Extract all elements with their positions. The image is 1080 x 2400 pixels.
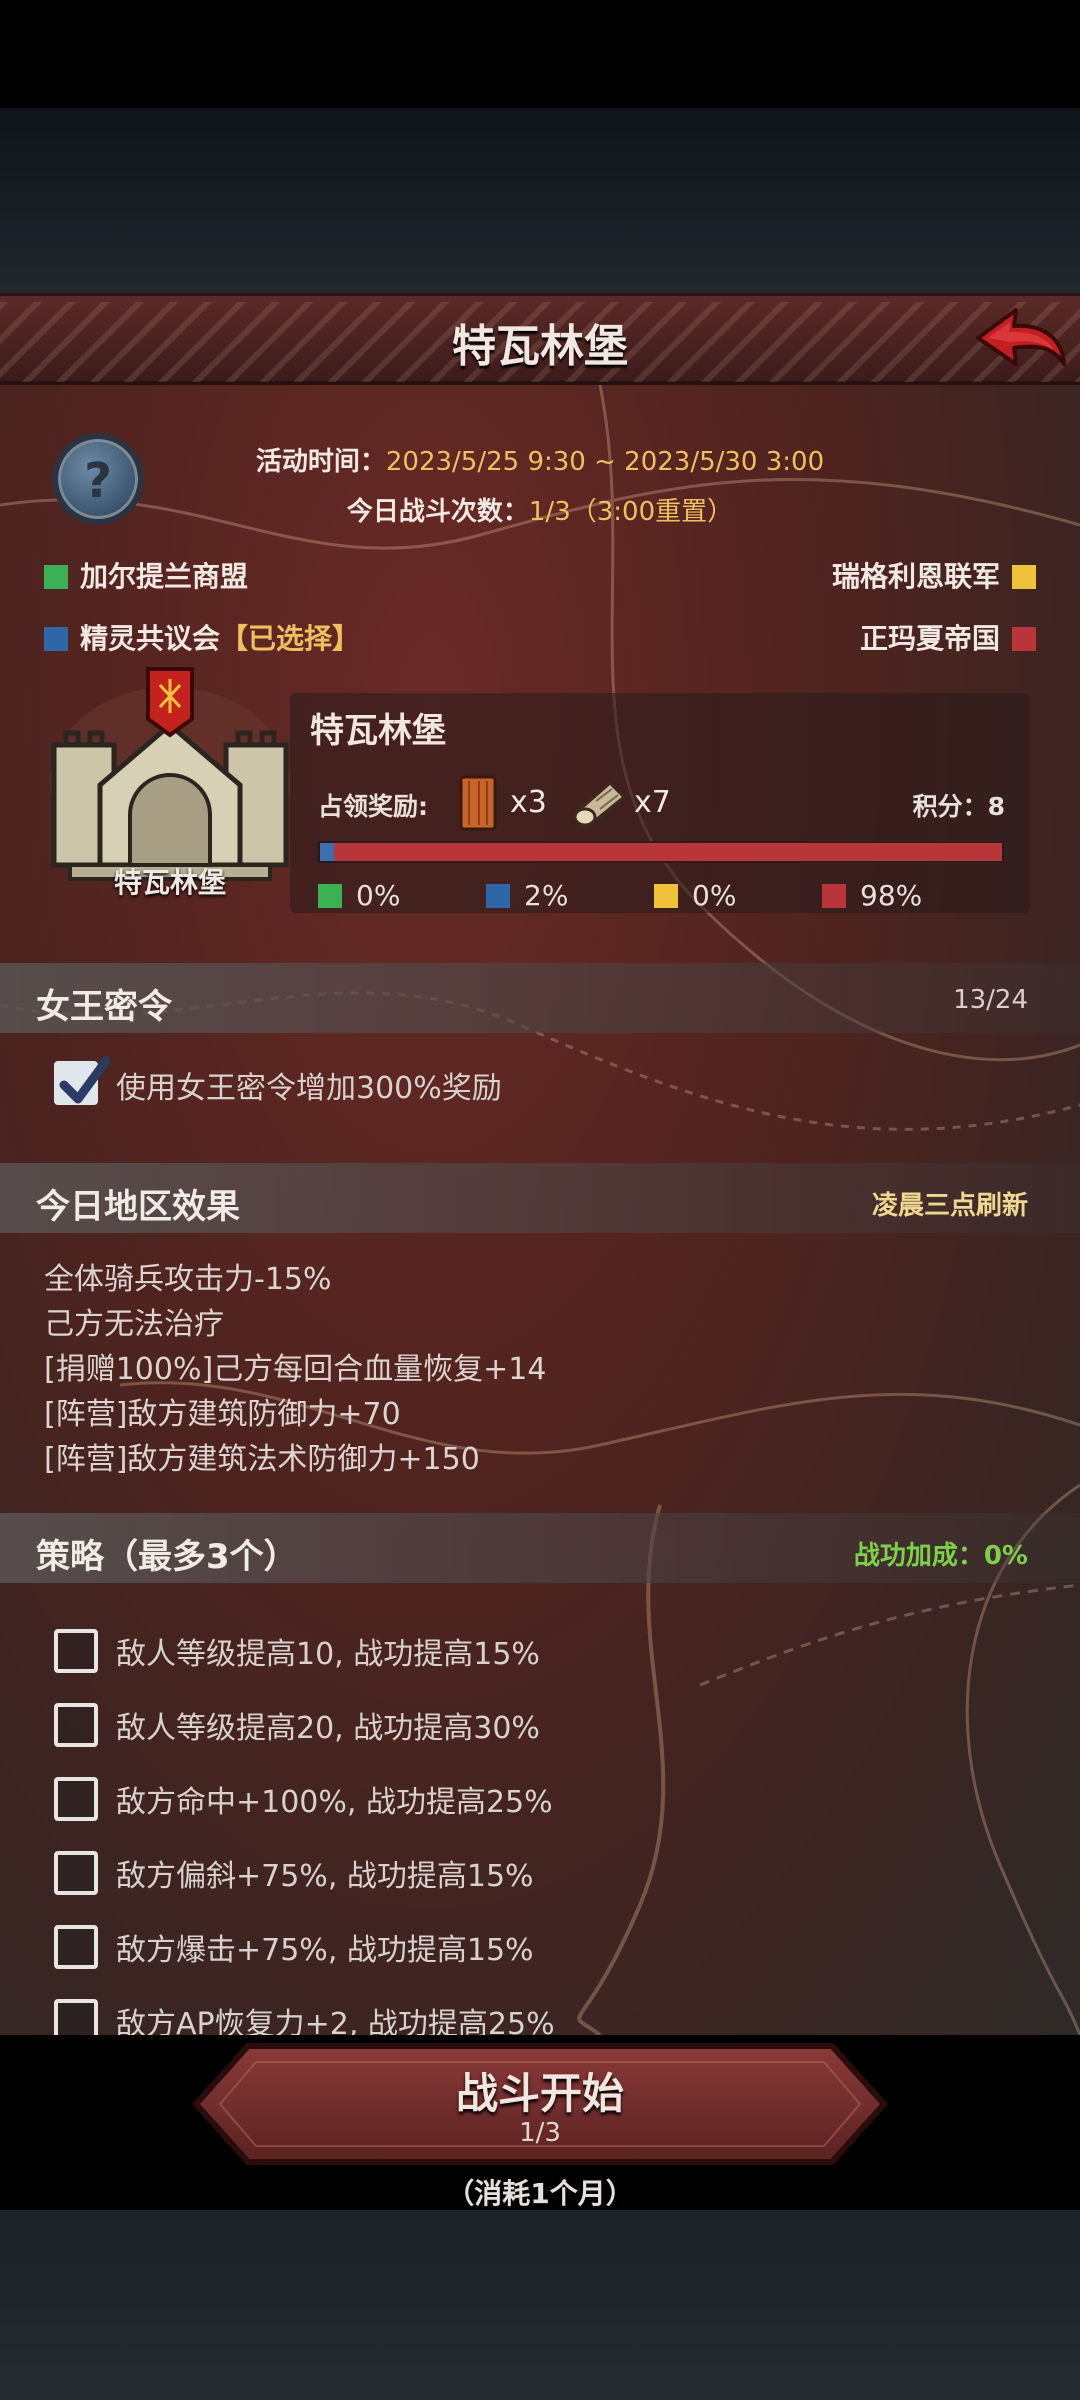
start-battle-count: 1/3 xyxy=(519,2118,561,2148)
strategy-option[interactable]: 敌人等级提高10, 战功提高15% xyxy=(116,1629,540,1673)
region-effects-title: 今日地区效果 xyxy=(36,1187,240,1227)
battle-count: 今日战斗次数：1/3（3:00重置） xyxy=(0,491,1080,528)
strategy-checkbox[interactable] xyxy=(54,1925,98,1969)
region-effects-header: 今日地区效果 凌晨三点刷新 xyxy=(0,1163,1080,1233)
bottom-backdrop xyxy=(0,2210,1080,2400)
battle-count-value: 1/3（3:00重置） xyxy=(528,497,734,527)
faction-yellow-name: 瑞格利恩联军 xyxy=(831,560,1000,593)
strategy-checkbox[interactable] xyxy=(54,1629,98,1673)
strategy-option[interactable]: 敌人等级提高20, 战功提高30% xyxy=(116,1703,540,1747)
region-effect-item: [捐赠100%]己方每回合血量恢复+14 xyxy=(44,1352,547,1387)
queen-order-title: 女王密令 xyxy=(36,987,172,1027)
faction-green-name: 加尔提兰商盟 xyxy=(80,560,249,593)
strategy-option[interactable]: 敌方AP恢复力+2, 战功提高25% xyxy=(116,1999,555,2035)
region-effect-item: 全体骑兵攻击力-15% xyxy=(44,1262,332,1297)
control-progress-blue xyxy=(320,843,334,861)
battle-count-label: 今日战斗次数： xyxy=(346,497,529,527)
strategy-title: 策略（最多3个） xyxy=(36,1537,298,1577)
control-yellow-pct: 0% xyxy=(692,879,737,912)
castle-name: 特瓦林堡 xyxy=(310,711,446,751)
strategy-checkbox[interactable] xyxy=(54,1851,98,1895)
control-red-color xyxy=(822,884,846,908)
control-yellow-color xyxy=(654,884,678,908)
back-arrow-icon[interactable] xyxy=(970,302,1070,378)
control-green-color xyxy=(318,884,342,908)
strategy-option[interactable]: 敌方命中+100%, 战功提高25% xyxy=(116,1777,553,1821)
status-bar-area xyxy=(0,0,1080,108)
control-yellow: 0% xyxy=(654,879,736,912)
control-red: 98% xyxy=(822,879,922,912)
faction-blue-name: 精灵共议会 xyxy=(80,622,221,655)
wood-plank-icon xyxy=(459,775,497,831)
castle-icon-label: 特瓦林堡 xyxy=(113,866,226,899)
strategy-bonus: 战功加成：0% xyxy=(853,1541,1028,1571)
region-effect-item: 己方无法治疗 xyxy=(44,1307,224,1342)
queen-order-checkbox[interactable] xyxy=(54,1056,110,1105)
event-time: 活动时间：2023/5/25 9:30 ~ 2023/5/30 3:00 xyxy=(0,441,1080,478)
control-blue: 2% xyxy=(486,879,568,912)
control-blue-color xyxy=(486,884,510,908)
queen-order-header: 女王密令 13/24 xyxy=(0,963,1080,1033)
strategy-checkbox[interactable] xyxy=(54,1703,98,1747)
faction-red: 正玛夏帝国 xyxy=(860,617,1036,657)
top-backdrop xyxy=(0,108,1080,293)
region-effects-list: 全体骑兵攻击力-15% 己方无法治疗 [捐赠100%]己方每回合血量恢复+14 … xyxy=(44,1257,547,1482)
faction-green: 加尔提兰商盟 xyxy=(44,555,248,595)
control-progress-bar xyxy=(318,841,1004,863)
event-time-value: 2023/5/25 9:30 ~ 2023/5/30 3:00 xyxy=(385,447,825,477)
control-blue-pct: 2% xyxy=(524,879,569,912)
checkmark-icon xyxy=(59,1056,110,1104)
strategy-option[interactable]: 敌方偏斜+75%, 战功提高15% xyxy=(116,1851,534,1895)
faction-red-name: 正玛夏帝国 xyxy=(859,622,1000,655)
region-effect-item: [阵营]敌方建筑法术防御力+150 xyxy=(44,1442,480,1477)
control-green: 0% xyxy=(318,879,400,912)
faction-blue-color xyxy=(44,627,68,651)
wood-qty: x3 xyxy=(510,785,547,820)
main-panel: ? 活动时间：2023/5/25 9:30 ~ 2023/5/30 3:00 今… xyxy=(0,385,1080,2035)
strategy-checkbox[interactable] xyxy=(54,1999,98,2035)
faction-blue: 精灵共议会【已选择】 xyxy=(44,617,360,657)
strategy-option[interactable]: 敌方爆击+75%, 战功提高15% xyxy=(116,1925,534,1969)
queen-order-count: 13/24 xyxy=(953,985,1028,1015)
faction-yellow: 瑞格利恩联军 xyxy=(832,555,1036,595)
control-red-pct: 98% xyxy=(860,879,923,912)
queen-order-option[interactable]: 使用女王密令增加300%奖励 xyxy=(116,1063,502,1107)
faction-red-color xyxy=(1012,627,1036,651)
start-battle-label: 战斗开始 xyxy=(455,2069,624,2118)
score: 积分：8 xyxy=(912,792,1005,821)
page-title: 特瓦林堡 xyxy=(452,321,628,372)
control-green-pct: 0% xyxy=(356,879,401,912)
faction-yellow-color xyxy=(1012,565,1036,589)
reward-label: 占领奖励: xyxy=(318,792,428,821)
event-time-label: 活动时间： xyxy=(255,447,386,477)
strategy-header: 策略（最多3个） 战功加成：0% xyxy=(0,1513,1080,1583)
title-bar: 特瓦林堡 xyxy=(0,293,1080,385)
castle-icon[interactable] xyxy=(40,665,300,885)
region-effects-refresh: 凌晨三点刷新 xyxy=(871,1191,1028,1221)
start-battle-cost: （消耗1个月） xyxy=(446,2177,634,2210)
region-effect-item: [阵营]敌方建筑防御力+70 xyxy=(44,1397,401,1432)
strategy-checkbox[interactable] xyxy=(54,1777,98,1821)
faction-selected-tag: 【已选择】 xyxy=(220,622,361,655)
faction-green-color xyxy=(44,565,68,589)
log-qty: x7 xyxy=(634,785,671,820)
log-icon xyxy=(573,780,627,827)
